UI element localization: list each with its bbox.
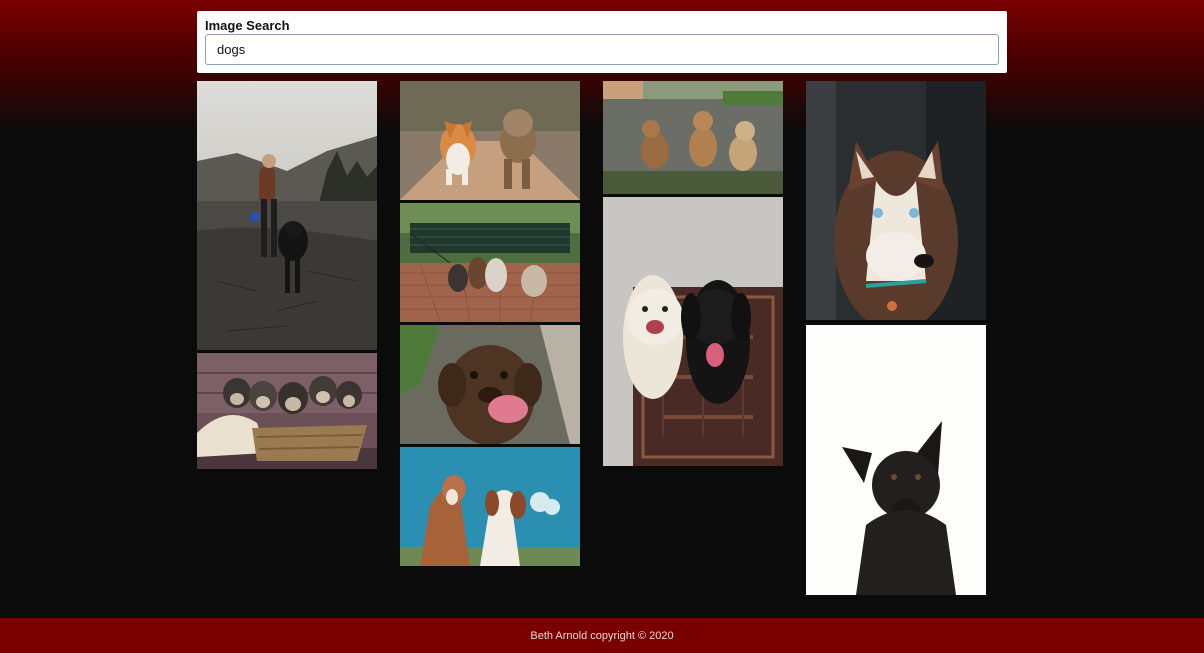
- search-label: Image Search: [205, 18, 290, 33]
- footer-copyright: Beth Arnold copyright © 2020: [530, 629, 674, 642]
- result-image-white-and-black-dogs-rug[interactable]: [603, 197, 783, 466]
- result-image-black-shepherd-white-bg[interactable]: [806, 325, 986, 595]
- result-image-chocolate-lab-licking[interactable]: [400, 325, 580, 444]
- result-image-two-dogs-blue-sky[interactable]: [400, 447, 580, 566]
- result-image-corgi-and-yorkie[interactable]: [400, 81, 580, 200]
- search-input[interactable]: [205, 34, 999, 65]
- result-image-dogs-on-leashes-park[interactable]: [400, 203, 580, 322]
- result-image-three-puppies-gravel[interactable]: [603, 81, 783, 194]
- result-image-woman-walking-rottweiler[interactable]: [197, 81, 377, 350]
- result-image-husky-portrait[interactable]: [806, 81, 986, 320]
- search-card: Image Search: [197, 11, 1007, 73]
- footer: Beth Arnold copyright © 2020: [0, 618, 1204, 653]
- result-image-puppies-in-basket[interactable]: [197, 353, 377, 469]
